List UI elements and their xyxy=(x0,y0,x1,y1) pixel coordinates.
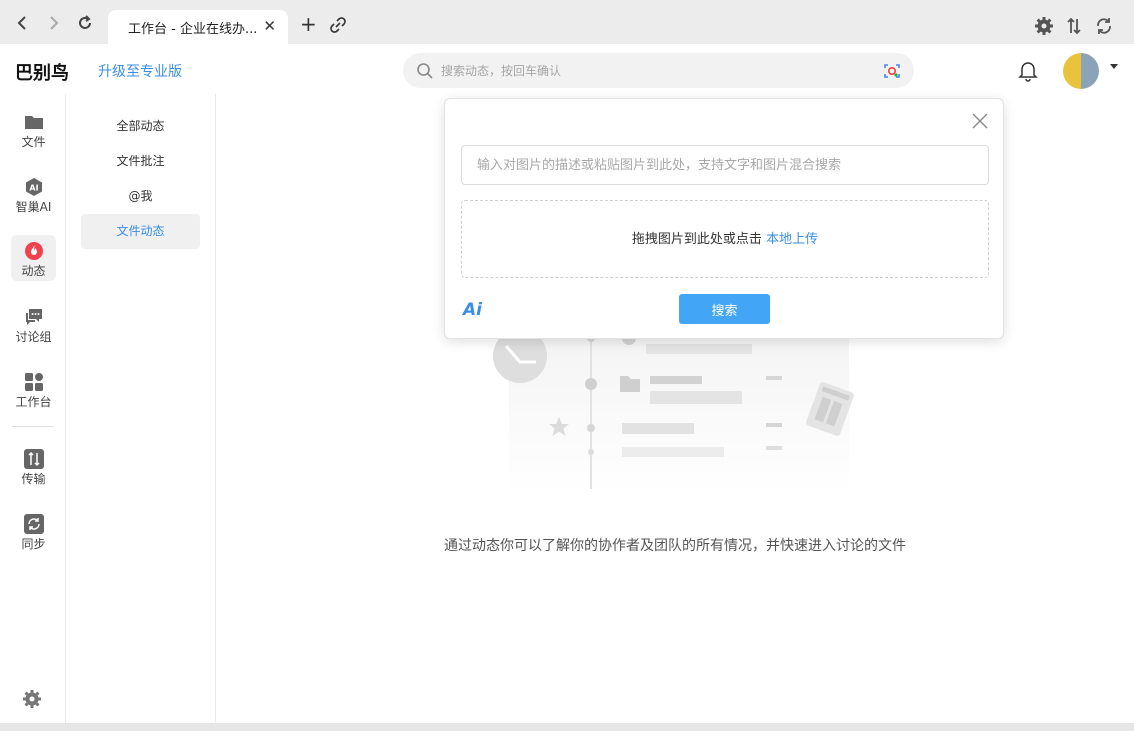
sidebar-item-ai[interactable]: AI 智巢AI xyxy=(11,171,56,217)
sidebar-item-transfer[interactable]: 传输 xyxy=(11,443,56,489)
browser-toolbar: 工作台 - 企业在线办... ✕ + xyxy=(0,0,1134,44)
tab-close-icon[interactable]: ✕ xyxy=(263,17,276,35)
sidebar-item-label: 动态 xyxy=(21,264,46,278)
activity-subnav: 全部动态 文件批注 @我 文件动态 xyxy=(66,94,216,723)
flame-icon xyxy=(24,241,44,261)
chat-icon xyxy=(24,307,44,327)
search-input[interactable] xyxy=(441,53,861,88)
sync-icon xyxy=(24,514,44,534)
upgrade-link[interactable]: 升级至专业版 xyxy=(98,61,182,81)
window-bottom-bar xyxy=(0,723,1134,731)
svg-text:AI: AI xyxy=(29,184,38,193)
image-drop-zone[interactable]: 拖拽图片到此处或点击 本地上传 xyxy=(461,200,989,278)
sidebar-item-label: 讨论组 xyxy=(15,330,52,344)
apps-icon xyxy=(24,372,44,392)
empty-state-text: 通过动态你可以了解你的协作者及团队的所有情况，并快速进入讨论的文件 xyxy=(444,538,906,554)
app-header: 巴别鸟 升级至专业版 xyxy=(0,44,1134,94)
new-tab-icon[interactable]: + xyxy=(300,12,317,36)
sidebar-item-label: 智巢AI xyxy=(15,200,52,214)
sidebar-item-label: 同步 xyxy=(21,537,46,551)
tab-title: 工作台 - 企业在线办... xyxy=(128,22,258,37)
sidebar-item-sync[interactable]: 同步 xyxy=(11,508,56,554)
image-description-input[interactable] xyxy=(461,145,989,185)
ai-logo: Ai xyxy=(463,300,482,320)
link-icon[interactable] xyxy=(330,17,346,33)
sidebar-item-label: 工作台 xyxy=(15,395,52,409)
settings-icon[interactable] xyxy=(22,689,42,709)
transfer-icon xyxy=(24,449,44,469)
image-search-icon[interactable] xyxy=(883,62,901,80)
subnav-item-annotations[interactable]: 文件批注 xyxy=(81,144,200,179)
caret-down-icon[interactable] xyxy=(1110,64,1118,69)
sidebar-item-files[interactable]: 文件 xyxy=(11,106,56,152)
sidebar-divider xyxy=(12,426,54,427)
sidebar: 文件 AI 智巢AI 动态 讨论组 工作台 传输 同步 xyxy=(0,94,66,723)
browser-tab[interactable]: 工作台 - 企业在线办... ✕ xyxy=(108,10,288,44)
sidebar-item-activity[interactable]: 动态 xyxy=(11,235,56,281)
subnav-item-file-activity[interactable]: 文件动态 xyxy=(81,214,200,249)
subnav-item-mentions[interactable]: @我 xyxy=(81,179,200,214)
close-icon[interactable] xyxy=(971,112,989,130)
empty-state-illustration xyxy=(493,324,854,494)
search-bar[interactable] xyxy=(403,53,914,88)
sync-toolbar-icon[interactable] xyxy=(1094,16,1114,36)
brand-logo: 巴别鸟 xyxy=(15,63,69,84)
sidebar-item-label: 文件 xyxy=(21,135,46,149)
avatar[interactable] xyxy=(1063,53,1099,89)
reload-icon[interactable] xyxy=(76,14,94,32)
sidebar-item-label: 传输 xyxy=(21,472,46,486)
sidebar-item-discussion[interactable]: 讨论组 xyxy=(11,301,56,347)
search-button[interactable]: 搜索 xyxy=(679,294,770,324)
image-search-popover: 拖拽图片到此处或点击 本地上传 Ai 搜索 xyxy=(444,98,1004,339)
settings-gear-icon[interactable] xyxy=(1034,16,1054,36)
transfer-toolbar-icon[interactable] xyxy=(1064,16,1084,36)
folder-icon xyxy=(24,112,44,132)
subnav-item-all[interactable]: 全部动态 xyxy=(81,109,200,144)
forward-arrow-icon[interactable] xyxy=(44,14,62,32)
local-upload-link[interactable]: 本地上传 xyxy=(766,232,818,247)
drop-zone-text: 拖拽图片到此处或点击 xyxy=(631,232,762,247)
notification-bell-icon[interactable] xyxy=(1018,60,1038,82)
search-icon xyxy=(416,62,434,80)
sidebar-item-workbench[interactable]: 工作台 xyxy=(11,366,56,412)
ai-icon: AI xyxy=(24,177,44,197)
back-arrow-icon[interactable] xyxy=(14,14,32,32)
